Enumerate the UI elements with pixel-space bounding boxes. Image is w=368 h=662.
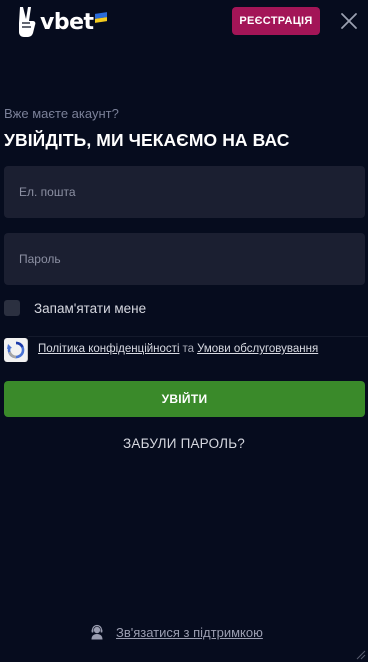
remember-checkbox[interactable] (4, 300, 20, 316)
logo-text: vbet (40, 9, 94, 35)
and-text: та (182, 343, 195, 355)
support-label: Зв'язатися з підтримкою (116, 624, 263, 640)
forgot-password-link[interactable]: ЗАБУЛИ ПАРОЛЬ? (0, 436, 368, 451)
privacy-row: Політика конфіденційності та Умови обслуго… (0, 336, 368, 364)
email-field[interactable] (4, 166, 365, 218)
divider (28, 336, 368, 337)
close-icon[interactable] (340, 12, 358, 30)
password-field[interactable] (4, 233, 365, 285)
header: vbet РЕЄСТРАЦІЯ (0, 0, 368, 44)
support-link[interactable]: Зв'язатися з підтримкою (90, 624, 263, 640)
login-button[interactable]: УВІЙТИ (4, 381, 365, 417)
resize-grip-icon[interactable] (354, 648, 366, 660)
victory-hand-icon (19, 7, 36, 37)
recaptcha-icon[interactable] (4, 338, 28, 362)
login-subtitle: Вже маєте акаунт? (4, 106, 119, 121)
terms-link[interactable]: Умови обслуговування (197, 343, 318, 355)
remember-label: Запам'ятати мене (34, 300, 147, 316)
remember-me[interactable]: Запам'ятати мене (4, 300, 146, 316)
register-button[interactable]: РЕЄСТРАЦІЯ (232, 7, 320, 35)
login-page: vbet РЕЄСТРАЦІЯ Вже маєте акаунт? УВІЙДІ… (0, 0, 368, 662)
support-agent-icon (91, 624, 103, 640)
login-title: УВІЙДІТЬ, МИ ЧЕКАЄМО НА ВАС (4, 130, 290, 150)
logo[interactable]: vbet (16, 6, 107, 38)
privacy-policy-link[interactable]: Політика конфіденційності (38, 343, 180, 355)
ukraine-flag-icon (94, 11, 107, 23)
privacy-text: Політика конфіденційності та Умови обслуго… (38, 343, 318, 355)
